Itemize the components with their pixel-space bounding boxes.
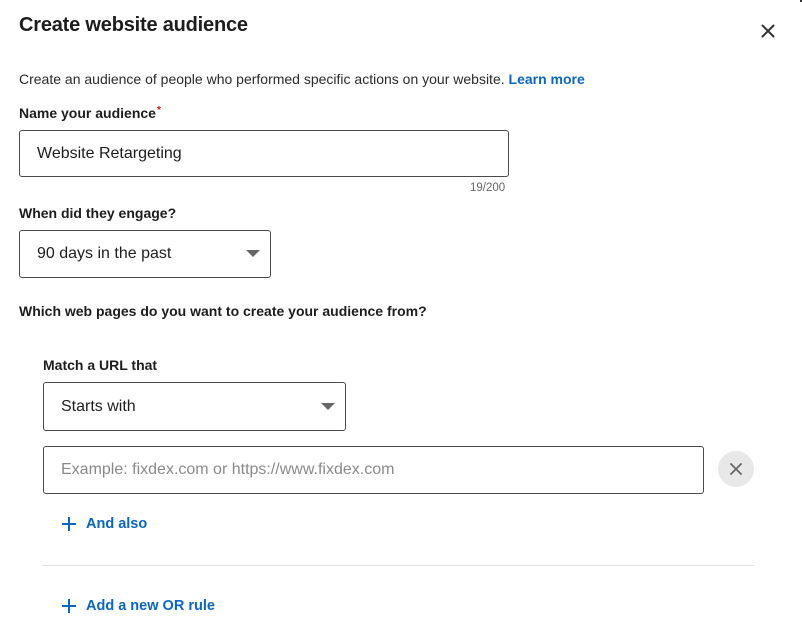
match-url-label: Match a URL that <box>43 357 158 373</box>
description-text: Create an audience of people who perform… <box>19 71 505 87</box>
audience-name-input[interactable] <box>19 130 509 177</box>
create-audience-dialog: Create website audience Create an audien… <box>0 0 802 627</box>
url-match-selected-value: Starts with <box>61 397 136 415</box>
and-also-button[interactable]: And also <box>62 516 147 532</box>
learn-more-link[interactable]: Learn more <box>509 71 585 87</box>
engagement-period-select[interactable]: 90 days in the past <box>19 230 271 278</box>
chevron-down-icon <box>246 250 260 257</box>
dialog-description: Create an audience of people who perform… <box>19 71 585 87</box>
character-counter: 19/200 <box>470 182 506 194</box>
audience-name-label-text: Name your audience <box>19 105 156 121</box>
dialog-title: Create website audience <box>19 14 248 36</box>
add-or-rule-button[interactable]: Add a new OR rule <box>62 598 215 614</box>
add-or-rule-label: Add a new OR rule <box>86 598 215 614</box>
engagement-label: When did they engage? <box>19 205 177 221</box>
plus-icon <box>62 517 76 531</box>
plus-icon <box>62 599 76 613</box>
web-pages-question: Which web pages do you want to create yo… <box>19 303 427 319</box>
rule-divider <box>42 565 754 566</box>
close-button[interactable] <box>754 17 782 45</box>
url-match-type-select[interactable]: Starts with <box>43 382 346 431</box>
close-icon <box>761 24 775 38</box>
clear-icon <box>730 463 742 475</box>
chevron-down-icon <box>321 402 335 410</box>
and-also-label: And also <box>86 516 148 532</box>
clear-url-button[interactable] <box>718 451 754 487</box>
url-input[interactable] <box>43 446 704 494</box>
engagement-selected-value: 90 days in the past <box>37 245 172 262</box>
required-indicator: * <box>156 105 161 116</box>
audience-name-label: Name your audience* <box>19 105 161 121</box>
